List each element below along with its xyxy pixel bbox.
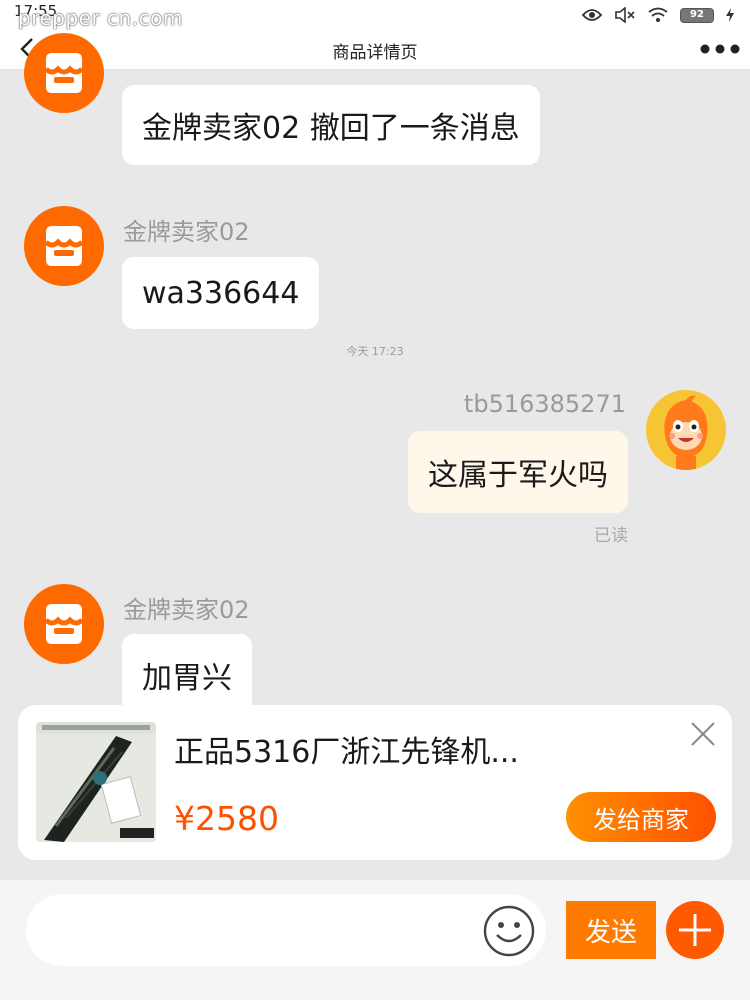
more-dots-icon[interactable] [700,42,740,56]
battery-icon: 92 [680,7,714,23]
seller-avatar[interactable] [24,33,104,113]
mute-icon [615,7,635,23]
read-status: 已读 [594,526,628,546]
page-title: 商品详情页 [332,43,418,63]
sender-name: 金牌卖家02 [123,218,250,246]
plus-button[interactable] [666,901,724,959]
send-button[interactable]: 发送 [566,901,656,959]
emoji-icon[interactable] [482,904,536,958]
time-separator: 今天 17:23 [346,345,404,358]
watermark: prepper cn.com [18,6,183,30]
product-title[interactable]: 正品5316厂浙江先锋机... [174,727,519,771]
nav-bar: 商品详情页 [0,30,750,70]
recall-notice: 金牌卖家02 撤回了一条消息 [122,85,540,165]
seller-avatar[interactable] [24,206,104,286]
sender-name: 金牌卖家02 [123,596,250,624]
send-to-seller-button[interactable]: 发给商家 [566,792,716,842]
message-text: 加胃兴 [142,661,232,696]
eye-icon [582,9,602,21]
input-bar: 发送 [0,880,750,1000]
product-price: ¥2580 [174,799,279,838]
message-text: wa336644 [142,275,300,311]
message-bubble[interactable]: 加胃兴 [122,634,252,716]
message-input[interactable] [26,894,546,966]
mascot-avatar-icon [664,395,708,470]
message-bubble[interactable]: 这属于军火吗 [408,431,628,513]
wifi-icon [648,7,668,22]
message-text: 这属于军火吗 [428,458,608,493]
product-thumbnail[interactable] [36,722,156,842]
product-image-icon [36,722,156,842]
seller-avatar[interactable] [24,584,104,664]
status-icons: 92 [582,4,734,26]
charging-icon [726,8,734,22]
plus-icon [679,914,711,946]
sender-name: tb516385271 [463,390,626,418]
close-icon[interactable] [690,721,716,747]
recall-text: 金牌卖家02 撤回了一条消息 [142,111,520,146]
message-bubble[interactable]: wa336644 [122,257,320,329]
status-bar: 17:55 prepper cn.com 92 [0,0,750,30]
product-card[interactable]: 正品5316厂浙江先锋机... ¥2580 发给商家 [18,705,732,860]
shop-icon [44,53,84,93]
shop-icon [44,226,84,266]
shop-icon [44,604,84,644]
user-avatar[interactable] [646,390,726,470]
